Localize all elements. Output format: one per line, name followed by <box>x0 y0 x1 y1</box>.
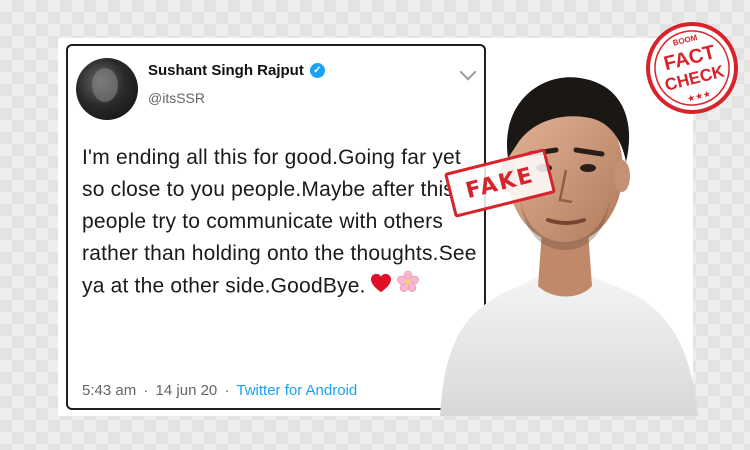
avatar <box>76 58 138 120</box>
tweet-author-name: Sushant Singh Rajput ✓ <box>148 62 325 79</box>
tweet-time: 5:43 am <box>82 382 137 399</box>
fake-stamp-label: FAKE <box>463 162 537 204</box>
heart-icon <box>370 271 392 303</box>
verified-badge-icon: ✓ <box>309 63 325 78</box>
meta-separator: · <box>224 382 230 399</box>
tweet-meta: 5:43 am · 14 jun 20 · Twitter for Androi… <box>82 382 357 399</box>
meta-separator: · <box>143 382 149 399</box>
author-name-label: Sushant Singh Rajput <box>148 62 304 79</box>
tweet-date: 14 jun 20 <box>155 382 218 399</box>
tweet-handle: @itsSSR <box>148 90 205 106</box>
flower-icon <box>396 270 420 304</box>
tweet-card: Sushant Singh Rajput ✓ @itsSSR I'm endin… <box>66 44 486 410</box>
tweet-text: I'm ending all this for good.Going far y… <box>82 142 482 304</box>
tweet-source-link[interactable]: Twitter for Android <box>236 382 357 399</box>
